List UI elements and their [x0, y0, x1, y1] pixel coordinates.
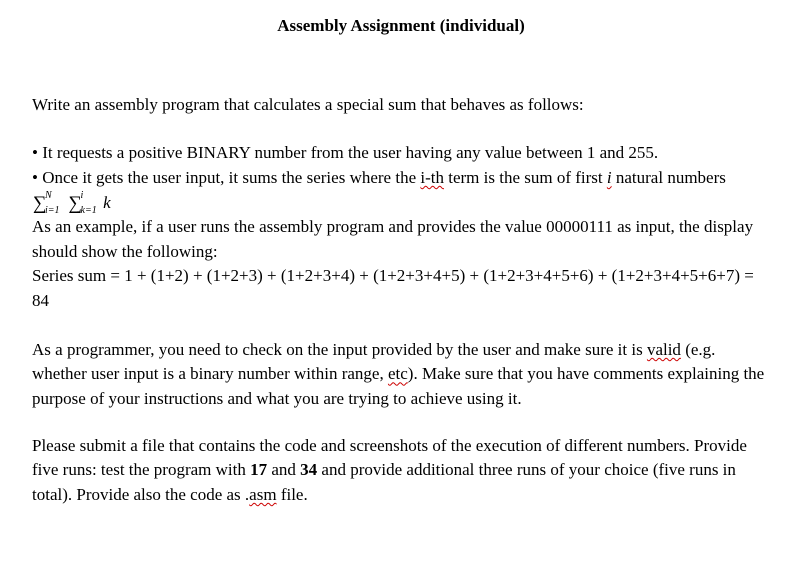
spellcheck-underline-etc: etc	[388, 364, 408, 383]
submit-text-post: file.	[277, 485, 308, 504]
validity-paragraph: As a programmer, you need to check on th…	[32, 338, 770, 412]
bullet-item-2: • Once it gets the user input, it sums t…	[32, 166, 770, 215]
instruction-block: • It requests a positive BINARY number f…	[32, 141, 770, 313]
bullet2-text-post: natural numbers	[612, 168, 726, 187]
formula-var-k: k	[103, 193, 111, 212]
submit-value-17: 17	[250, 460, 267, 479]
bullet2-text-pre: • Once it gets the user input, it sums t…	[32, 168, 420, 187]
validity-text-pre: As a programmer, you need to check on th…	[32, 340, 647, 359]
submission-paragraph: Please submit a file that contains the c…	[32, 434, 770, 508]
submit-text-and: and	[267, 460, 300, 479]
spellcheck-underline-ith: i-th	[420, 168, 444, 187]
sigma-inner: ∑ik=1	[69, 194, 83, 213]
sigma-sup-2: i	[81, 191, 84, 201]
sigma-sub-1: i=1	[45, 206, 60, 216]
intro-paragraph: Write an assembly program that calculate…	[32, 93, 770, 118]
example-description: As an example, if a user runs the assemb…	[32, 215, 770, 264]
sigma-outer: ∑Ni=1	[33, 194, 47, 213]
sigma-sup-1: N	[45, 191, 52, 201]
document-title: Assembly Assignment (individual)	[32, 14, 770, 39]
bullet-item-1: • It requests a positive BINARY number f…	[32, 141, 770, 166]
math-formula: ∑Ni=1 ∑ik=1 k	[32, 194, 111, 214]
submit-value-34: 34	[300, 460, 317, 479]
bullet2-text-mid: term is the sum of first	[444, 168, 607, 187]
sigma-sub-2: k=1	[81, 206, 97, 216]
spellcheck-underline-valid: valid	[647, 340, 681, 359]
example-series: Series sum = 1 + (1+2) + (1+2+3) + (1+2+…	[32, 264, 770, 313]
spellcheck-underline-asm: asm	[249, 485, 276, 504]
